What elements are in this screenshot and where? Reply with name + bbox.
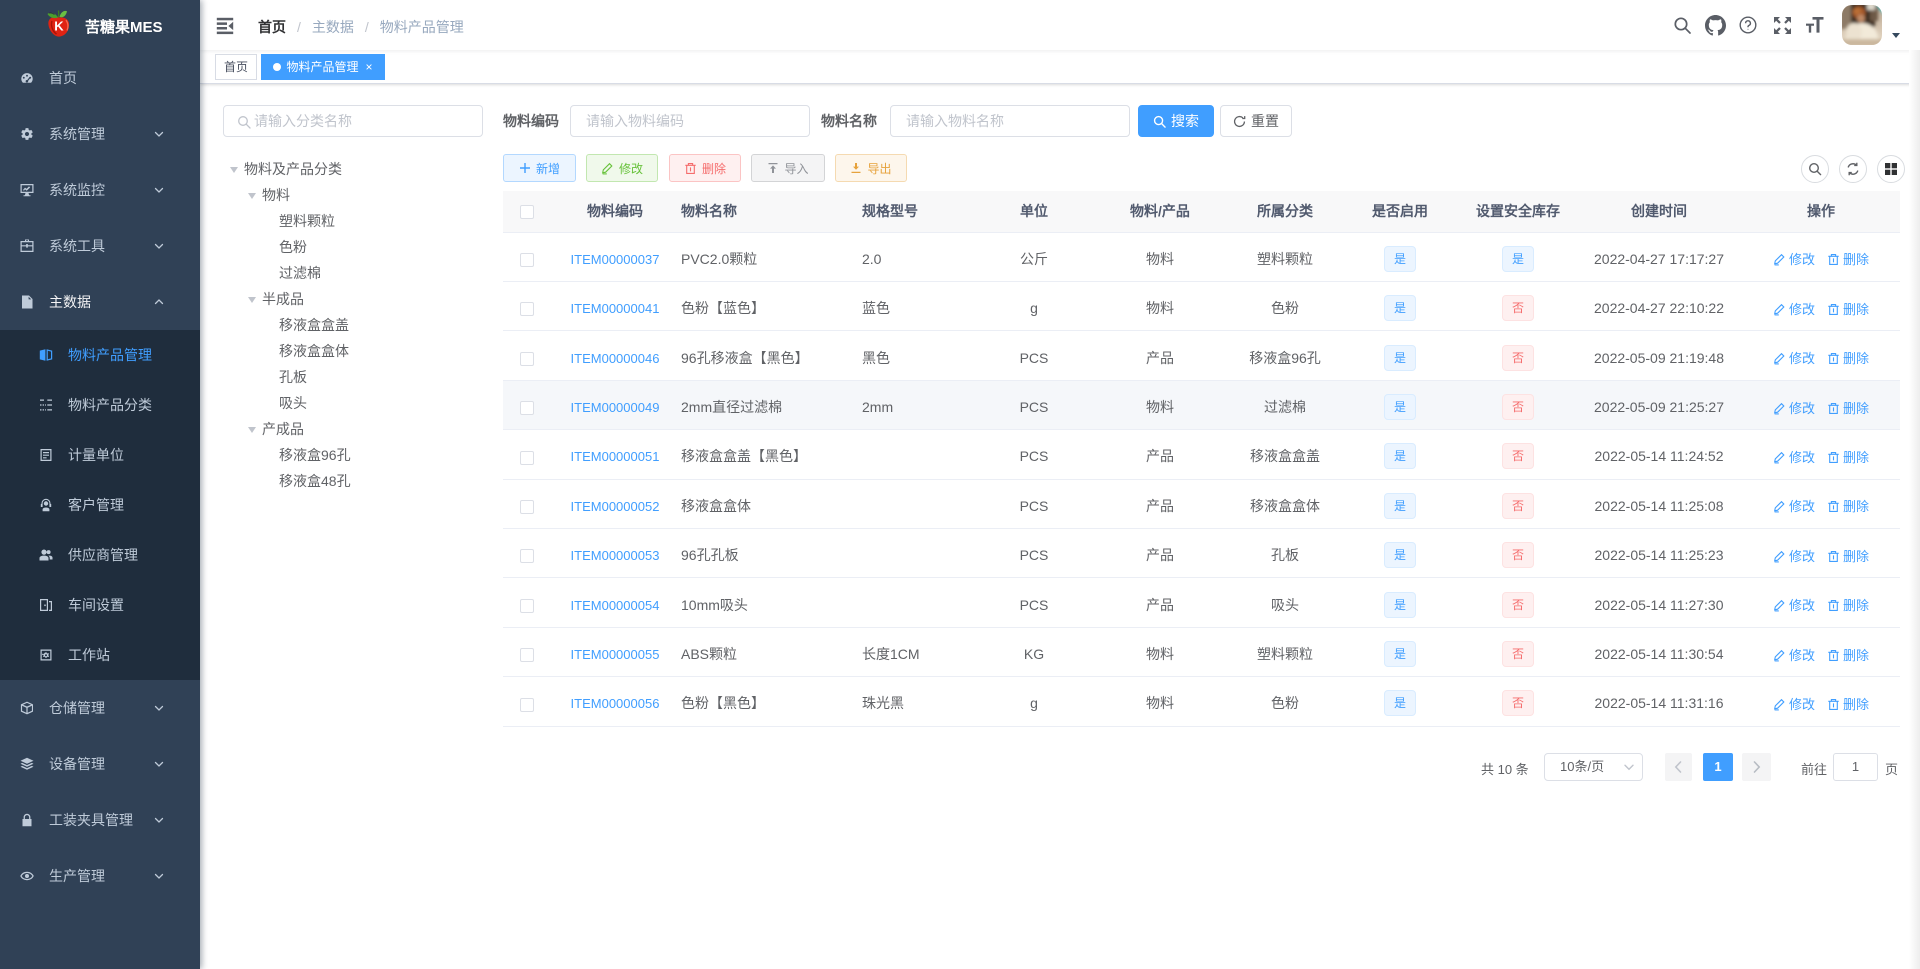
svg-text:K: K (54, 19, 64, 34)
